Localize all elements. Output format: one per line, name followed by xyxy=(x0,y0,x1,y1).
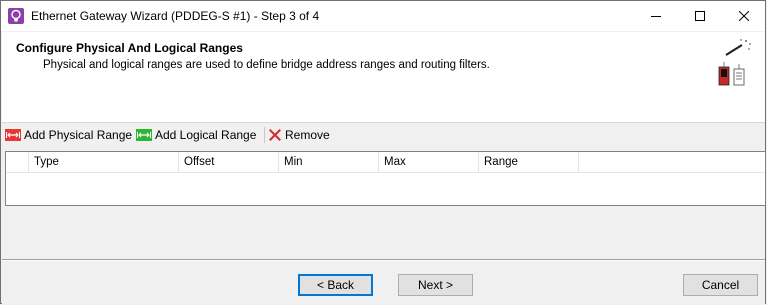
back-button[interactable]: < Back xyxy=(298,274,373,296)
close-icon xyxy=(739,11,749,21)
maximize-icon xyxy=(695,11,705,21)
logical-range-icon xyxy=(136,129,152,141)
next-button[interactable]: Next > xyxy=(398,274,473,296)
page-title: Configure Physical And Logical Ranges xyxy=(16,41,243,55)
cancel-button[interactable]: Cancel xyxy=(683,274,758,296)
page-subtitle: Physical and logical ranges are used to … xyxy=(43,59,490,71)
range-toolbar: Add Physical Range Add Logical Range Rem… xyxy=(2,123,765,147)
wizard-header: Configure Physical And Logical Ranges Ph… xyxy=(2,32,765,123)
minimize-button[interactable] xyxy=(633,1,679,31)
footer-divider xyxy=(2,260,765,261)
column-header-range[interactable]: Range xyxy=(479,152,579,172)
remove-x-icon xyxy=(269,129,281,141)
column-header-offset[interactable]: Offset xyxy=(179,152,279,172)
close-button[interactable] xyxy=(721,1,767,31)
window-title: Ethernet Gateway Wizard (PDDEG-S #1) - S… xyxy=(31,9,320,23)
add-physical-range-label: Add Physical Range xyxy=(24,128,133,142)
wizard-window: Ethernet Gateway Wizard (PDDEG-S #1) - S… xyxy=(0,0,766,305)
add-logical-range-label: Add Logical Range xyxy=(155,128,257,142)
wizard-footer: < Back Next > Cancel xyxy=(2,259,765,305)
table-header: Type Offset Min Max Range xyxy=(6,152,765,173)
physical-range-icon xyxy=(5,129,21,141)
column-header-max[interactable]: Max xyxy=(379,152,479,172)
minimize-icon xyxy=(651,16,661,17)
title-bar[interactable]: Ethernet Gateway Wizard (PDDEG-S #1) - S… xyxy=(1,1,765,31)
add-logical-range-button[interactable]: Add Logical Range xyxy=(136,126,256,144)
remove-label: Remove xyxy=(285,128,330,142)
add-physical-range-button[interactable]: Add Physical Range xyxy=(5,126,132,144)
app-lightbulb-icon xyxy=(8,8,24,24)
ranges-table[interactable]: Type Offset Min Max Range xyxy=(5,151,766,206)
toolbar-separator xyxy=(264,127,265,143)
maximize-button[interactable] xyxy=(677,1,723,31)
wizard-wand-icon xyxy=(718,39,751,86)
remove-button[interactable]: Remove xyxy=(268,126,330,144)
column-header-selector[interactable] xyxy=(6,152,29,172)
column-header-min[interactable]: Min xyxy=(279,152,379,172)
column-header-type[interactable]: Type xyxy=(29,152,179,172)
